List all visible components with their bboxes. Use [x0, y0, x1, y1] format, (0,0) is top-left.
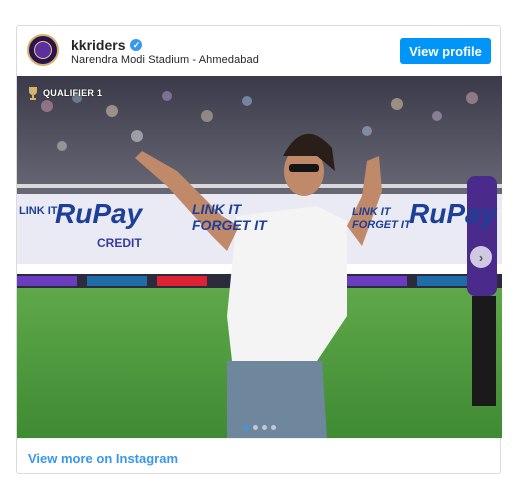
username[interactable]: kkriders: [71, 37, 125, 53]
carousel-dot: [243, 425, 249, 430]
post-location[interactable]: Narendra Modi Stadium - Ahmedabad: [71, 54, 259, 66]
ad-board-rupay-left: RuPay: [55, 198, 142, 230]
badge-label: QUALIFIER 1: [43, 88, 103, 98]
post-footer: View more on Instagram: [17, 438, 500, 475]
ad-board-link-forget-right: LINK IT FORGET IT: [352, 206, 411, 232]
chevron-right-icon[interactable]: ›: [470, 246, 492, 268]
ad-board-link-forget-center: LINK IT FORGET IT: [192, 201, 267, 233]
trophy-icon: [29, 87, 37, 100]
view-profile-button[interactable]: View profile: [400, 38, 491, 64]
ad-text-link-it-center: LINK IT: [192, 201, 241, 217]
team-logo-icon: [34, 41, 52, 59]
ad-text-forget-it-center: FORGET IT: [192, 217, 267, 233]
verified-badge-icon: ✓: [130, 39, 143, 51]
username-row[interactable]: kkriders ✓: [71, 37, 143, 53]
carousel-indicator: [243, 425, 276, 430]
ad-text-rupay-right: RuPay: [409, 198, 497, 229]
carousel-dot: [252, 425, 258, 430]
stadium-photo: [17, 76, 502, 438]
instagram-embed-card: kkriders ✓ Narendra Modi Stadium - Ahmed…: [16, 25, 502, 475]
ad-board-link-it-left: LINK IT: [19, 205, 58, 218]
ad-text-credit: CREDIT: [97, 236, 142, 250]
post-photo[interactable]: QUALIFIER 1 › LINK IT RuPay CREDIT LINK …: [17, 76, 502, 438]
carousel-dot: [261, 425, 267, 430]
qualifier-badge: QUALIFIER 1: [27, 86, 102, 100]
view-more-link[interactable]: View more on Instagram: [28, 451, 178, 466]
ad-text-link-it-right: LINK IT: [352, 206, 391, 218]
ad-board-credit-left: CREDIT: [97, 236, 142, 250]
ad-board-rupay-right: RuPay: [409, 198, 496, 230]
ad-text-rupay: RuPay: [55, 198, 143, 229]
post-header: kkriders ✓ Narendra Modi Stadium - Ahmed…: [17, 26, 500, 76]
carousel-dot: [270, 425, 276, 430]
ad-text-forget-it-right: FORGET IT: [352, 219, 411, 231]
profile-avatar[interactable]: [27, 34, 59, 66]
ad-text-link-it: LINK IT: [19, 205, 58, 217]
